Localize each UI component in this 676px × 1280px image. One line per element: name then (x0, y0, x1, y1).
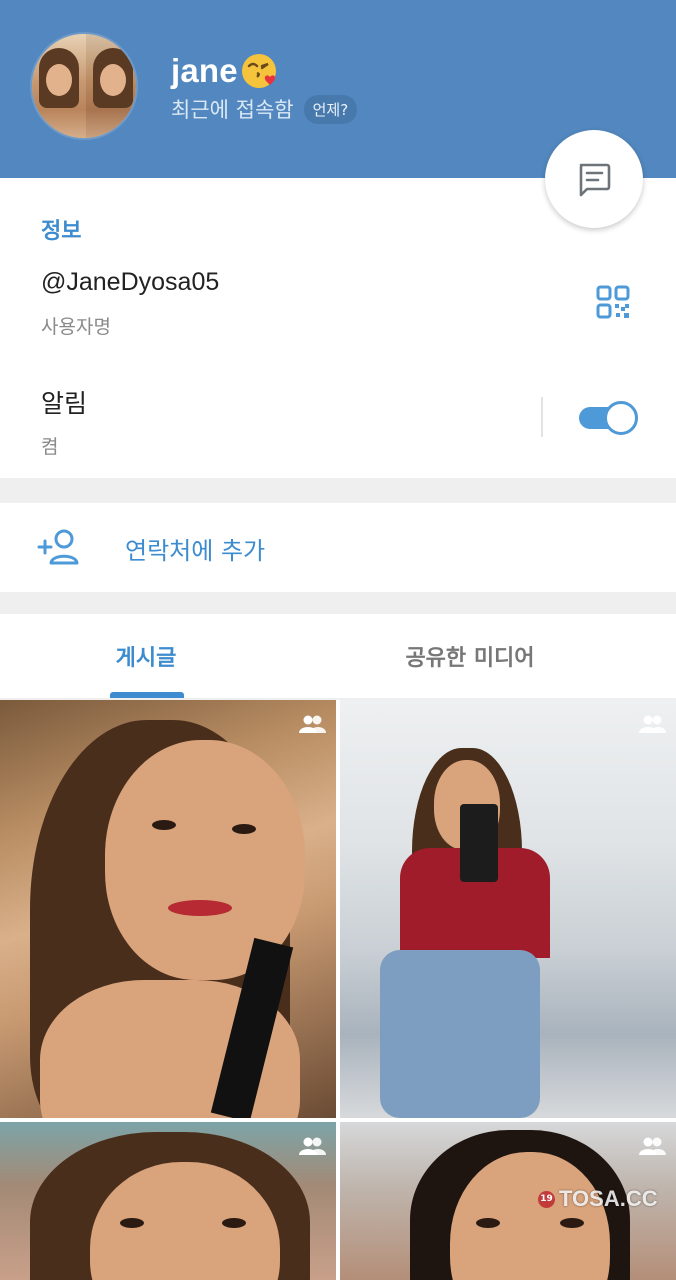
watermark-text: TOSA.CC (559, 1186, 658, 1211)
tab-posts[interactable]: 게시글 (0, 614, 292, 698)
when-badge[interactable]: 언제? (303, 94, 358, 124)
media-tile-3[interactable] (0, 1122, 336, 1280)
profile-name-row: jane (171, 50, 280, 92)
active-tab-indicator (110, 692, 184, 698)
username-label: 사용자명 (41, 316, 111, 338)
add-user-icon (37, 529, 79, 565)
username-value[interactable]: @JaneDyosa05 (41, 268, 219, 297)
profile-name: jane (171, 52, 238, 89)
send-message-button[interactable] (545, 130, 643, 228)
kissing-heart-emoji-icon (240, 51, 280, 91)
group-icon (639, 715, 666, 733)
group-icon (299, 1137, 326, 1155)
info-section-title: 정보 (41, 219, 82, 244)
last-seen-status: 최근에 접속함 (171, 98, 294, 122)
profile-tabs: 게시글 공유한 미디어 (0, 614, 676, 698)
divider (541, 397, 543, 437)
avatar-photo-left (32, 34, 86, 138)
watermark-badge: 19 (538, 1190, 555, 1208)
tab-shared-media[interactable]: 공유한 미디어 (300, 614, 640, 698)
add-contact-label: 연락처에 추가 (125, 537, 266, 565)
watermark: 19 TOSA.CC (538, 1186, 658, 1212)
message-icon (579, 163, 611, 197)
avatar-photo-right (86, 34, 136, 138)
notifications-state: 켬 (41, 436, 59, 458)
avatar[interactable] (30, 32, 138, 140)
notifications-label: 알림 (41, 389, 88, 418)
group-icon (639, 1137, 666, 1155)
group-icon (299, 715, 326, 733)
media-tile-1[interactable] (0, 700, 336, 1118)
notifications-toggle[interactable] (577, 400, 638, 435)
add-contact-row[interactable]: 연락처에 추가 (0, 503, 676, 592)
profile-screen: jane 최근에 접속함 언제? 정보 @JaneDyosa05 사용자명 알림… (0, 0, 676, 1280)
media-tile-2[interactable] (340, 700, 676, 1118)
qr-code-icon[interactable] (596, 285, 630, 319)
last-seen-row: 최근에 접속함 언제? (171, 94, 358, 124)
